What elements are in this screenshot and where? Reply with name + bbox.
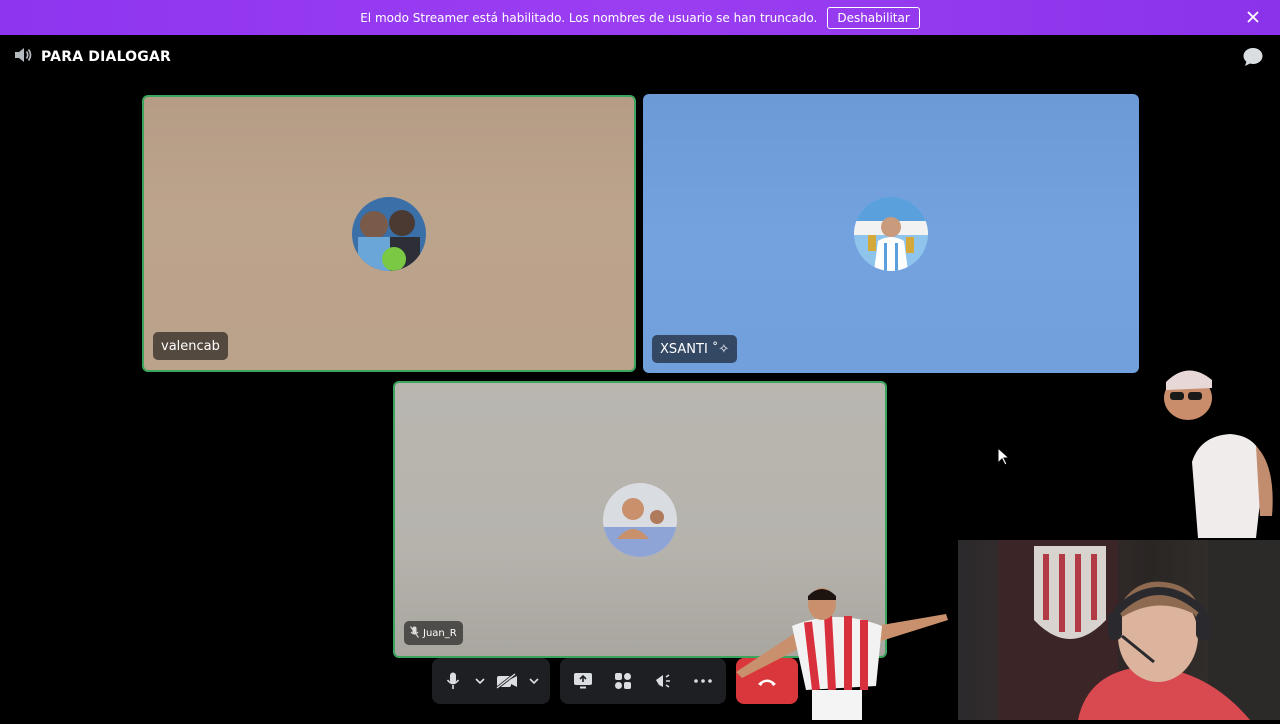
activity-group: [560, 658, 726, 704]
streamer-mode-banner: El modo Streamer está habilitado. Los no…: [0, 0, 1280, 35]
participant-nameplate: Juan_R: [404, 621, 463, 645]
speaker-icon: [14, 47, 32, 67]
participant-name: valencab: [161, 338, 220, 354]
mouse-cursor-icon: [997, 446, 1011, 467]
participant-nameplate: XSANTI ˚✧: [652, 335, 738, 363]
more-icon[interactable]: [688, 663, 718, 699]
participant-name: Juan_R: [423, 627, 457, 639]
audio-video-group: [432, 658, 550, 704]
participant-name: XSANTI ˚✧: [660, 341, 730, 357]
muted-mic-icon: [410, 625, 419, 641]
channel-name: PARA DIALOGAR: [41, 49, 171, 65]
banner-message: El modo Streamer está habilitado. Los no…: [360, 10, 818, 25]
disable-streamer-mode-button[interactable]: Deshabilitar: [827, 6, 920, 29]
microphone-icon[interactable]: [438, 663, 468, 699]
avatar: [603, 482, 677, 557]
participant-nameplate: valencab: [153, 332, 228, 360]
streamer-webcam: [958, 540, 1280, 720]
chevron-down-icon[interactable]: [470, 663, 490, 699]
participant-tile-valencab[interactable]: valencab: [142, 95, 636, 372]
chat-bubble-icon[interactable]: [1242, 47, 1264, 67]
participant-tile-xsanti[interactable]: XSANTI ˚✧: [643, 94, 1139, 373]
screen-share-icon[interactable]: [568, 663, 598, 699]
soundboard-icon[interactable]: [648, 663, 678, 699]
sticker-overlay-person: [1160, 366, 1280, 540]
avatar: [352, 196, 426, 271]
channel-header: PARA DIALOGAR: [14, 47, 171, 67]
camera-off-icon[interactable]: [492, 663, 522, 699]
chevron-down-icon[interactable]: [524, 663, 544, 699]
close-icon[interactable]: [1244, 8, 1262, 26]
activities-icon[interactable]: [608, 663, 638, 699]
avatar: [854, 196, 928, 271]
sticker-overlay-player: [736, 586, 950, 720]
